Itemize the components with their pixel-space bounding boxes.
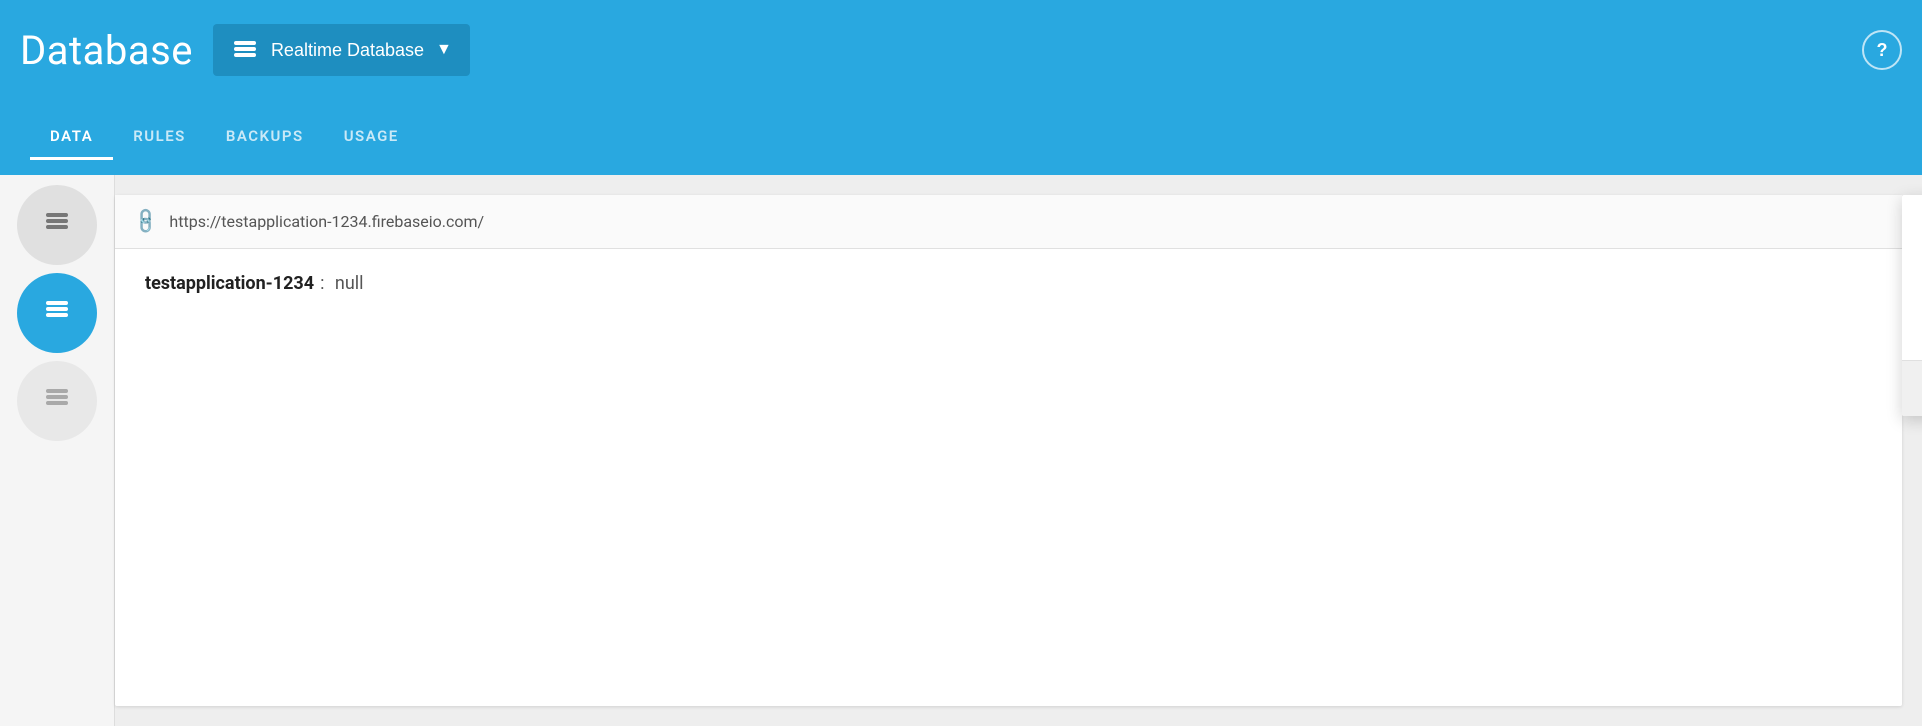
data-row: testapplication-1234: null	[115, 249, 1902, 318]
sidebar-item-db-3[interactable]	[17, 361, 97, 441]
tab-backups[interactable]: BACKUPS	[206, 115, 324, 160]
db-selector-label: Realtime Database	[271, 40, 424, 61]
help-button[interactable]: ?	[1862, 30, 1902, 70]
header-left: Database Realtime Database ▼	[20, 24, 470, 76]
menu-item-show-legend[interactable]: Show legend	[1902, 305, 1922, 360]
menu-item-import-json[interactable]: Import JSON	[1902, 250, 1922, 305]
menu-item-create-new-database[interactable]: Create new database	[1902, 361, 1922, 416]
link-icon: 🔗	[131, 206, 162, 237]
tabs-bar: DATA RULES BACKUPS USAGE	[20, 100, 1902, 160]
database-url: https://testapplication-1234.firebaseio.…	[169, 212, 484, 231]
sidebar-item-db-1[interactable]	[17, 185, 97, 265]
database-icon-1	[43, 208, 71, 242]
tab-rules[interactable]: RULES	[113, 115, 206, 160]
tab-data[interactable]: DATA	[30, 115, 113, 160]
database-icon-2	[43, 296, 71, 330]
header-top: Database Realtime Database ▼ ?	[20, 0, 1902, 100]
main-panel: 🔗 https://testapplication-1234.firebasei…	[115, 195, 1902, 706]
sidebar	[0, 175, 115, 726]
database-icon-3	[43, 384, 71, 418]
app-title: Database	[20, 27, 193, 74]
db-selector-button[interactable]: Realtime Database ▼	[213, 24, 470, 76]
data-key: testapplication-1234	[145, 273, 314, 294]
menu-item-export-json[interactable]: Export JSON	[1902, 195, 1922, 250]
content-area: 🔗 https://testapplication-1234.firebasei…	[0, 175, 1922, 726]
header: Database Realtime Database ▼ ? DATA RULE…	[0, 0, 1922, 175]
data-value: null	[335, 273, 364, 294]
tab-usage[interactable]: USAGE	[324, 115, 419, 160]
data-value-colon: :	[320, 273, 329, 294]
chevron-down-icon: ▼	[436, 41, 452, 59]
dropdown-menu: Export JSON Import JSON Show legend Crea…	[1902, 195, 1922, 416]
sidebar-item-db-2[interactable]	[17, 273, 97, 353]
url-bar: 🔗 https://testapplication-1234.firebasei…	[115, 195, 1902, 249]
database-icon	[231, 36, 259, 64]
